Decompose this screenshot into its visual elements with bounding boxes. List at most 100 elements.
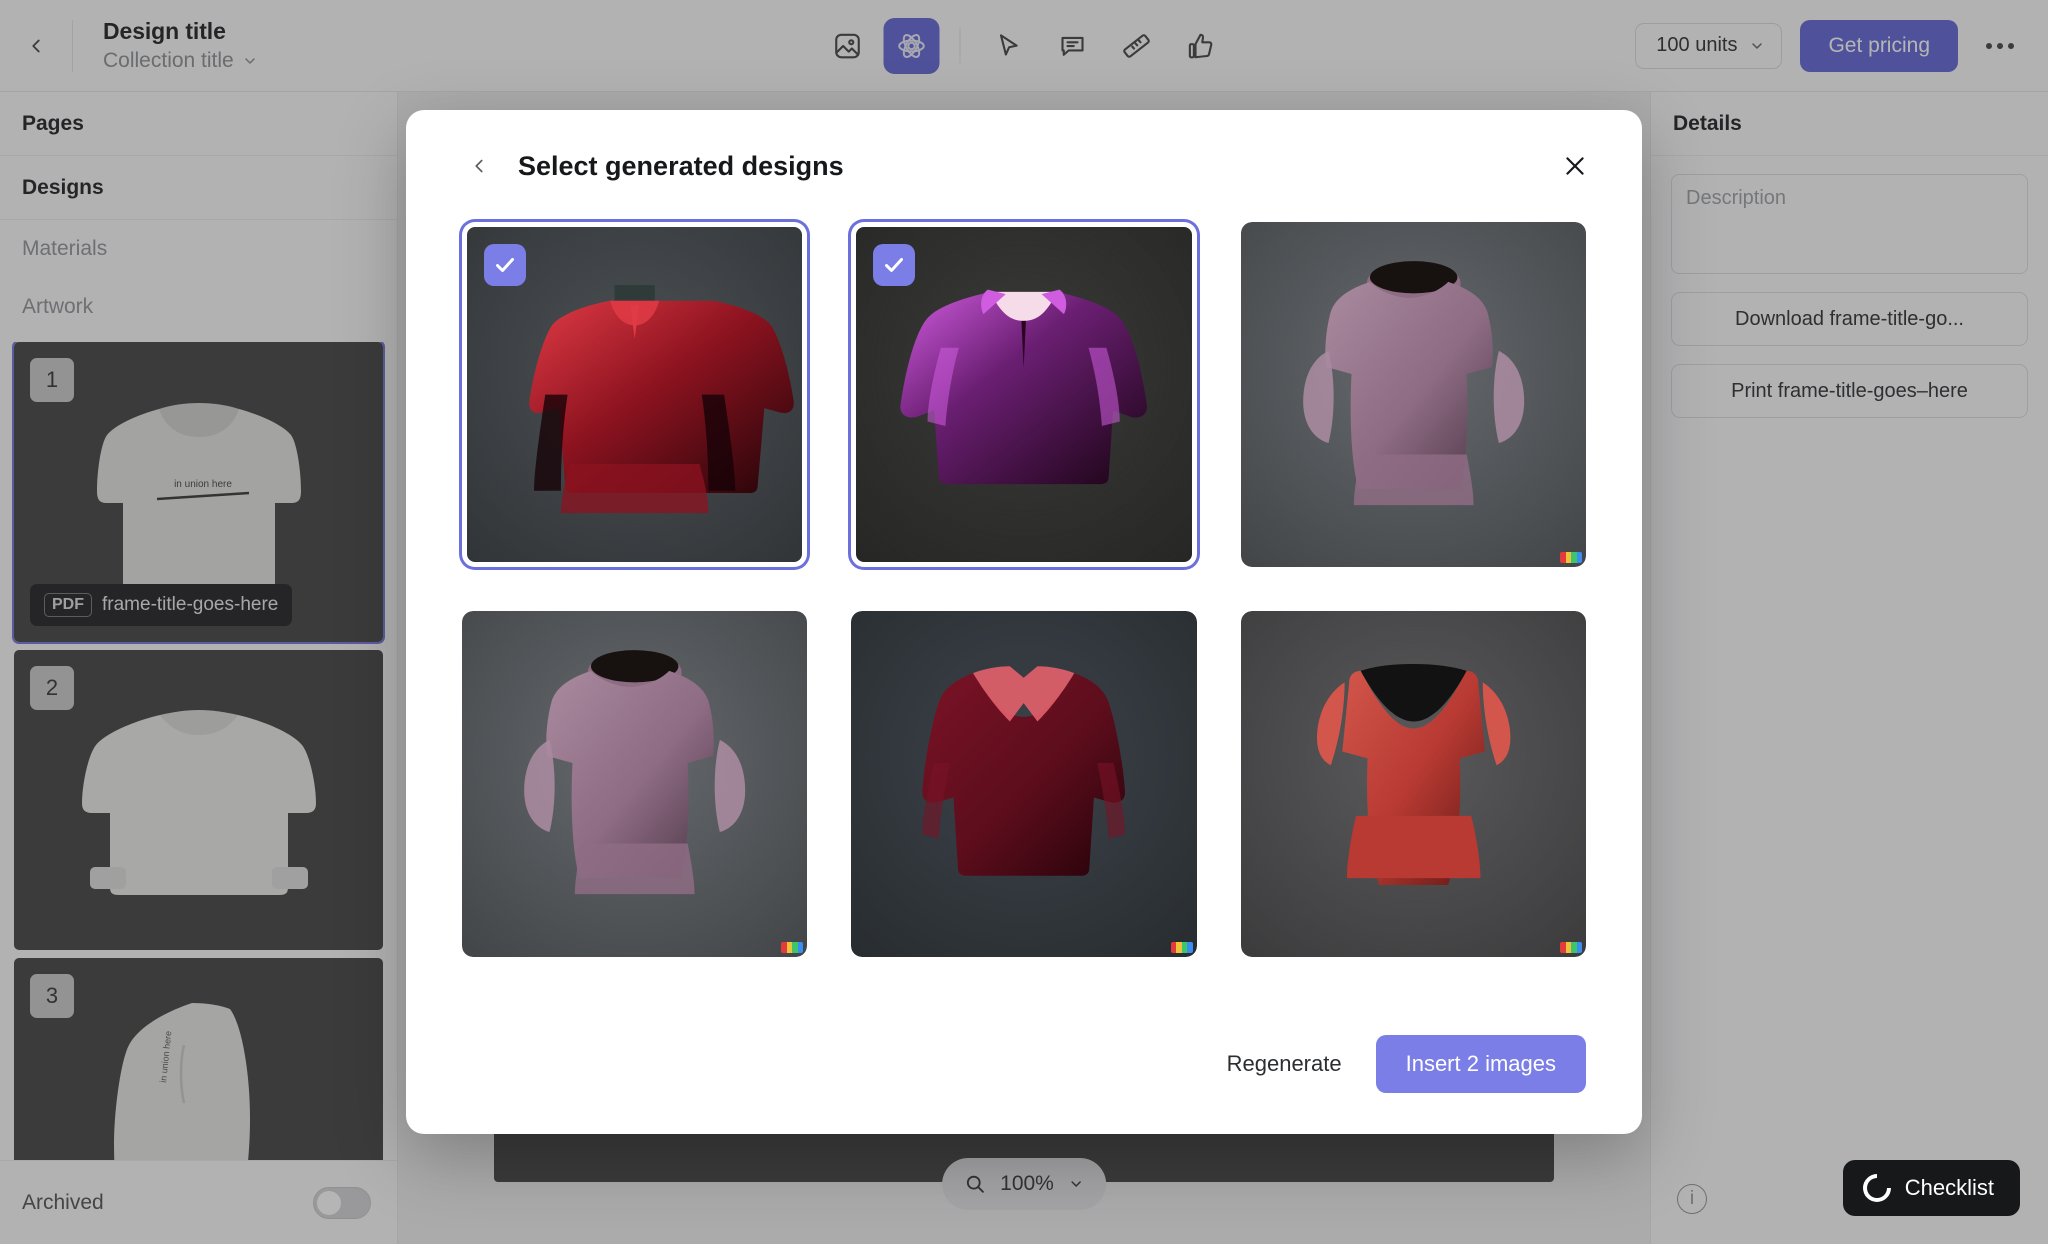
chevron-left-icon	[32, 39, 40, 52]
close-icon	[1566, 157, 1584, 175]
generated-designs-grid	[406, 222, 1642, 994]
units-select[interactable]: 100 units	[1635, 22, 1783, 69]
modal-title: Select generated designs	[518, 150, 844, 181]
design-option-4[interactable]	[462, 611, 808, 957]
archived-label: Archived	[22, 1190, 104, 1214]
tool-ai-generate-button[interactable]	[883, 17, 940, 74]
ai-atom-icon	[898, 33, 925, 58]
tool-ruler-button[interactable]	[1109, 18, 1165, 74]
regenerate-button[interactable]: Regenerate	[1227, 1051, 1342, 1077]
details-panel-title: Details	[1651, 92, 2048, 156]
garment-art	[922, 666, 1126, 877]
download-button[interactable]: Download frame-title-go...	[1671, 292, 2028, 346]
sidebar-item-materials[interactable]: Materials	[0, 220, 397, 278]
chevron-down-icon	[245, 58, 255, 64]
archived-toggle[interactable]	[313, 1186, 371, 1219]
tools-divider	[959, 27, 961, 64]
ai-watermark-icon	[1170, 941, 1193, 953]
details-panel-body: Description Download frame-title-go... P…	[1651, 156, 2048, 436]
svg-text:in union here: in union here	[174, 479, 232, 490]
insert-images-button[interactable]: Insert 2 images	[1375, 1035, 1586, 1093]
page-title: Design title	[103, 18, 226, 44]
print-button[interactable]: Print frame-title-goes–here	[1671, 364, 2028, 418]
ai-watermark-icon	[1560, 552, 1582, 564]
sidebar-section-pages[interactable]: Pages	[0, 92, 397, 156]
select-generated-designs-modal: Select generated designs Regenerate Inse…	[406, 110, 1642, 1134]
description-field[interactable]: Description	[1671, 174, 2028, 274]
modal-close-button[interactable]	[1554, 145, 1596, 187]
get-pricing-button[interactable]: Get pricing	[1800, 19, 1958, 72]
hoodie-back-art	[81, 710, 316, 895]
archived-row: Archived	[0, 1160, 397, 1244]
top-toolbar: Design title Collection title 100 units …	[0, 0, 2048, 92]
left-sidebar: Pages Designs Materials Artwork 1 in uni…	[0, 92, 398, 1244]
garment-art	[1302, 261, 1524, 506]
page-thumbnail-3[interactable]: 3 in union here	[14, 958, 383, 1160]
check-icon	[496, 258, 514, 272]
ai-watermark-icon	[781, 941, 804, 953]
checklist-button[interactable]: Checklist	[1842, 1160, 2020, 1216]
cursor-icon	[999, 33, 1018, 56]
tool-cursor-button[interactable]	[981, 18, 1037, 74]
collection-selector[interactable]: Collection title	[103, 49, 258, 73]
page-badge-title: frame-title-goes-here	[102, 594, 279, 615]
design-thumbnail	[462, 611, 808, 957]
zoom-control[interactable]: 100%	[942, 1158, 1106, 1210]
ellipsis-icon	[1986, 42, 2014, 49]
sidebar-item-designs[interactable]: Designs	[0, 156, 397, 220]
toolbar-left-group: Design title Collection title	[0, 0, 258, 91]
pdf-type-chip: PDF	[44, 593, 92, 617]
design-checkbox[interactable]	[484, 244, 526, 286]
ai-watermark-icon	[1560, 941, 1582, 953]
modal-header: Select generated designs	[406, 110, 1642, 222]
design-thumbnail	[851, 611, 1197, 957]
watermark-stripe	[1576, 941, 1582, 953]
chevron-down-icon	[1071, 1181, 1081, 1187]
search-icon	[966, 1175, 984, 1193]
more-options-button[interactable]	[1976, 22, 2024, 70]
info-icon[interactable]: i	[1677, 1184, 1707, 1214]
modal-back-button[interactable]	[462, 149, 496, 183]
image-icon	[835, 33, 860, 58]
design-checkbox[interactable]	[873, 244, 916, 286]
watermark-stripe	[1187, 941, 1193, 953]
checklist-label: Checklist	[1904, 1175, 1994, 1200]
page-thumbnail-2[interactable]: 2	[14, 650, 383, 950]
tool-comment-button[interactable]	[1045, 18, 1101, 74]
thumbs-up-icon	[1188, 33, 1213, 58]
design-option-6[interactable]	[1240, 611, 1586, 957]
hoodie-side-art: in union here	[113, 1003, 250, 1160]
sidebar-item-label: Materials	[22, 237, 108, 260]
tool-image-button[interactable]	[820, 18, 876, 74]
design-option-5[interactable]	[851, 611, 1197, 957]
design-thumbnail	[1240, 611, 1586, 957]
chevron-left-icon	[475, 159, 483, 173]
watermark-stripe	[1576, 552, 1582, 564]
page-badge[interactable]: PDF frame-title-goes-here	[30, 584, 293, 626]
sidebar-item-label: Pages	[22, 111, 84, 135]
toolbar-right-group: 100 units Get pricing	[1635, 19, 2024, 72]
toolbar-tools-group	[820, 17, 1229, 74]
page-thumbnail-1[interactable]: 1 in union here PDF frame-title-goes-her…	[12, 342, 385, 644]
units-value: 100 units	[1656, 34, 1738, 56]
back-button[interactable]	[0, 0, 72, 92]
design-option-3[interactable]	[1240, 222, 1586, 568]
design-option-2[interactable]	[851, 222, 1196, 567]
page-thumbnail-list: 1 in union here PDF frame-title-goes-her…	[0, 342, 397, 1160]
collection-title: Collection title	[103, 49, 234, 72]
check-icon	[885, 258, 904, 272]
toggle-knob	[317, 1190, 341, 1215]
zoom-level-label: 100%	[1000, 1172, 1054, 1195]
sidebar-item-label: Artwork	[22, 295, 94, 318]
tool-approve-button[interactable]	[1173, 18, 1229, 74]
page-number-badge: 1	[30, 358, 74, 402]
chevron-down-icon	[1752, 42, 1763, 49]
right-details-panel: Details Description Download frame-title…	[1650, 92, 2048, 1244]
app-root: Design title Collection title 100 units …	[0, 0, 2048, 1244]
sidebar-item-artwork[interactable]: Artwork	[0, 278, 397, 336]
garment-art	[524, 650, 746, 895]
comment-icon	[1061, 36, 1084, 56]
design-option-1[interactable]	[462, 222, 807, 567]
hoodie-front-art: in union here	[96, 403, 301, 611]
design-thumbnail	[1240, 222, 1586, 568]
